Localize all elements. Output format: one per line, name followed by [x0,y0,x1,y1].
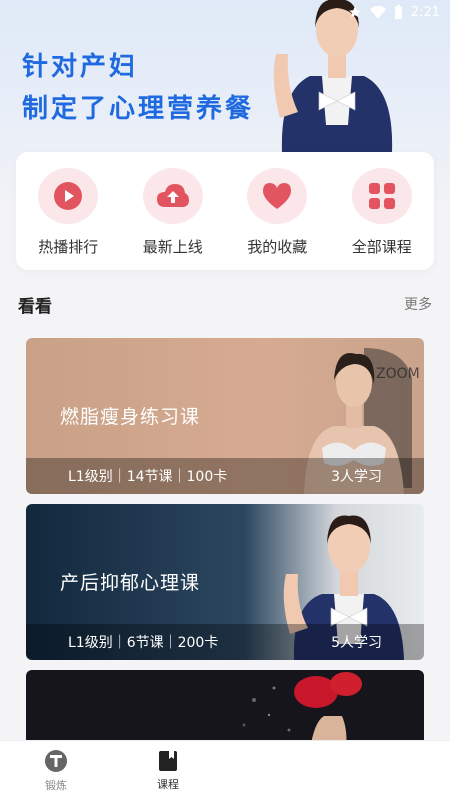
course-info-bar: L1级别｜6节课｜200卡 5人学习 [26,624,424,660]
quick-menu: 热播排行 最新上线 我的收藏 全部课程 [16,152,434,270]
menu-label: 全部课程 [351,238,412,256]
menu-label: 热播排行 [38,238,99,256]
menu-new-releases[interactable]: 最新上线 [123,168,223,257]
nav-workout[interactable]: 锻炼 [0,749,112,793]
wifi-icon [369,5,386,19]
menu-all-courses[interactable]: 全部课程 [332,168,432,257]
nav-label: 课程 [157,777,179,791]
course-students: 3人学习 [331,469,382,485]
course-card[interactable] [26,670,424,750]
course-students: 5人学习 [331,635,382,651]
more-link[interactable]: 更多 [404,294,432,314]
course-cover-image [242,672,362,750]
star-icon [348,6,361,18]
bottom-nav: 锻炼 课程 [0,740,450,800]
play-icon [38,168,99,224]
menu-label: 最新上线 [142,238,203,256]
menu-hot-ranking[interactable]: 热播排行 [18,168,118,257]
heart-icon [247,168,308,224]
menu-label: 我的收藏 [247,238,308,256]
course-title: 产后抑郁心理课 [60,572,201,594]
status-time: 2:21 [410,4,440,20]
book-icon [159,750,177,771]
grid-icon [351,168,412,224]
svg-text:ZOOM: ZOOM [376,366,420,382]
menu-my-favorites[interactable]: 我的收藏 [227,168,327,257]
nav-label: 锻炼 [45,778,67,792]
workout-icon [45,749,67,772]
course-title: 燃脂瘦身练习课 [60,406,201,428]
course-info-bar: L1级别｜14节课｜100卡 3人学习 [26,458,424,494]
course-meta: L1级别｜6节课｜200卡 [68,635,219,651]
cloud-upload-icon [142,168,203,224]
banner-title-line2: 制定了心理营养餐 [22,94,255,124]
course-meta: L1级别｜14节课｜100卡 [68,469,228,485]
banner-title-line1: 针对产妇 [22,52,139,82]
section-title: 看看 [18,297,52,317]
battery-icon [394,5,402,19]
course-card[interactable]: ZOOM 燃脂瘦身练习课 L1级别｜14节课｜100卡 3人学习 [26,338,424,494]
nav-courses[interactable]: 课程 [112,750,224,792]
course-card[interactable]: 产后抑郁心理课 L1级别｜6节课｜200卡 5人学习 [26,504,424,660]
status-bar: 2:21 [0,0,450,24]
